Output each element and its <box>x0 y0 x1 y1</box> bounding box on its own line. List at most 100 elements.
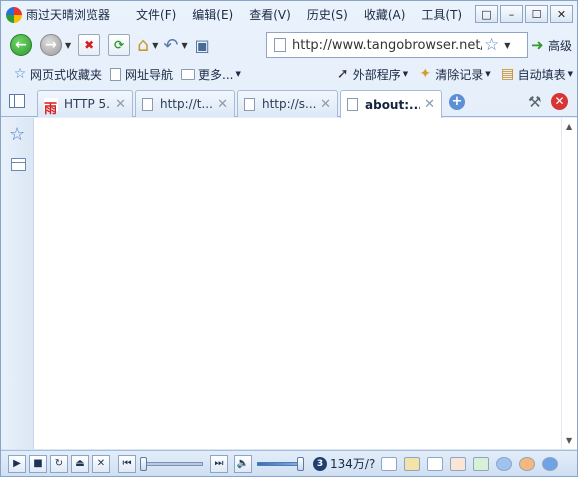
seek-knob[interactable] <box>140 456 147 471</box>
favorites-panel-icon[interactable]: ☆ <box>9 124 25 145</box>
previous-button[interactable]: ⏮ <box>118 454 136 473</box>
menu-history[interactable]: 历史(S) <box>301 4 354 25</box>
arrow-icon: ➚ <box>336 66 349 82</box>
clear-history-label: 清除记录 <box>435 67 484 82</box>
autofill-label: 自动填表 <box>517 67 566 82</box>
rain-logo-icon: 雨 <box>44 97 58 117</box>
stop-button[interactable]: ✖ <box>78 34 101 56</box>
advanced-search-label[interactable]: 高级 <box>548 37 572 54</box>
minimize-button[interactable]: – <box>500 5 523 23</box>
address-input[interactable] <box>292 37 482 53</box>
fav-web-favorites[interactable]: ☆ 网页式收藏夹 <box>13 66 102 83</box>
home-button[interactable]: ⌂ <box>137 32 149 58</box>
close-media-button[interactable]: ✕ <box>92 454 110 473</box>
autofill-button[interactable]: ▤ 自动填表 ▼ <box>501 66 573 83</box>
image-icon[interactable] <box>473 456 490 471</box>
volume-slider[interactable] <box>257 456 304 471</box>
page-content[interactable] <box>33 118 561 449</box>
page-icon <box>110 67 122 81</box>
menu-view[interactable]: 查看(V) <box>243 4 297 25</box>
seek-slider[interactable] <box>140 456 203 471</box>
scroll-down-icon[interactable]: ▼ <box>566 436 572 445</box>
external-programs-label: 外部程序 <box>352 67 401 82</box>
fav-more-label: 更多... <box>198 67 234 82</box>
eye-icon[interactable] <box>519 456 536 471</box>
volume-knob[interactable] <box>297 456 304 471</box>
favorites-bar: ☆ 网页式收藏夹 网址导航 更多... ▼ ➚ 外部程序 ▼ ✦ 清除记录 ▼ … <box>1 62 577 86</box>
external-programs-button[interactable]: ➚ 外部程序 ▼ <box>336 66 408 83</box>
fav-url-nav[interactable]: 网址导航 <box>110 66 173 83</box>
form-icon: ▤ <box>500 66 515 82</box>
app-logo-icon <box>6 6 22 23</box>
tab-http[interactable]: 雨 HTTP 5... ✕ <box>37 90 133 117</box>
new-tab-button[interactable]: + <box>449 94 465 110</box>
eject-button[interactable]: ⏏ <box>71 454 89 473</box>
maximize-button[interactable]: ☐ <box>525 5 548 23</box>
tab-close-icon[interactable]: ✕ <box>424 97 435 112</box>
tab-about[interactable]: about:... ✕ <box>340 90 442 118</box>
repeat-button[interactable]: ↻ <box>50 454 68 473</box>
page-count: 134万/? <box>330 457 376 471</box>
go-arrow-icon[interactable]: ➜ <box>531 36 544 54</box>
fav-more[interactable]: 更多... ▼ <box>181 66 241 83</box>
tab-close-icon[interactable]: ✕ <box>320 97 331 112</box>
close-tabs-button[interactable]: ✕ <box>551 93 568 110</box>
tab-label: HTTP 5... <box>64 97 111 111</box>
fav-web-favorites-label: 网页式收藏夹 <box>30 67 103 82</box>
undo-close-button[interactable]: ↶ <box>163 32 178 58</box>
chat-icon[interactable] <box>542 456 559 471</box>
app-title: 雨过天晴浏览器 <box>26 8 111 22</box>
address-dropdown-icon[interactable]: ▼ <box>504 41 510 50</box>
document-icon[interactable] <box>427 456 444 471</box>
globe-icon[interactable] <box>496 456 513 471</box>
download-icon[interactable] <box>450 456 467 471</box>
tab-bar: 雨 HTTP 5... ✕ http://t... ✕ http://s... … <box>1 87 577 118</box>
side-panel: ☆ <box>1 118 33 449</box>
tab-close-icon[interactable]: ✕ <box>115 97 126 112</box>
compact-mode-button[interactable]: □ <box>475 5 498 23</box>
menu-file[interactable]: 文件(F) <box>130 4 182 25</box>
close-window-button[interactable]: ✕ <box>550 5 573 23</box>
calendar-icon[interactable] <box>11 158 26 171</box>
count-icon: 3 <box>313 456 327 471</box>
star-icon: ☆ <box>13 66 27 82</box>
title-menu-bar: 雨过天晴浏览器 文件(F) 编辑(E) 查看(V) 历史(S) 收藏(A) 工具… <box>1 1 577 28</box>
page-icon <box>142 97 153 111</box>
undo-dropdown-icon[interactable]: ▼ <box>181 41 187 50</box>
page-icon <box>274 38 286 52</box>
screen-icon[interactable] <box>381 456 398 471</box>
address-bar[interactable]: ☆ ▼ <box>266 32 528 58</box>
window-controls: □ – ☐ ✕ <box>475 5 573 23</box>
folder-icon[interactable] <box>404 456 421 471</box>
bookmark-star-icon[interactable]: ☆ <box>484 35 499 55</box>
menu-tools[interactable]: 工具(T) <box>415 4 468 25</box>
tab-http-s[interactable]: http://s... ✕ <box>237 90 338 117</box>
tray-icons <box>381 456 559 471</box>
wrench-icon[interactable]: ⚒ <box>528 93 541 111</box>
forward-dropdown-icon[interactable]: ▼ <box>65 41 71 50</box>
play-button[interactable]: ▶ <box>8 454 26 473</box>
navigation-toolbar: ← → ▼ ✖ ⟳ ⌂ ▼ ↶ ▼ ▣ ☆ ▼ ➜ 高级 <box>1 29 577 61</box>
menu-favorites[interactable]: 收藏(A) <box>358 4 412 25</box>
vertical-scrollbar[interactable]: ▲ ▼ <box>561 118 577 449</box>
menu-edit[interactable]: 编辑(E) <box>186 4 239 25</box>
chevron-down-icon: ▼ <box>402 70 409 78</box>
chevron-down-icon: ▼ <box>567 70 573 78</box>
tab-label: http://t... <box>160 97 213 111</box>
tab-close-icon[interactable]: ✕ <box>217 97 228 112</box>
sidebar-toggle-icon[interactable] <box>9 94 25 108</box>
scroll-up-icon[interactable]: ▲ <box>566 122 572 131</box>
favbar-tools: ➚ 外部程序 ▼ ✦ 清除记录 ▼ ▤ 自动填表 ▼ <box>336 66 573 83</box>
chevron-down-icon: ▼ <box>235 70 241 78</box>
tab-http-t[interactable]: http://t... ✕ <box>135 90 235 117</box>
next-button[interactable]: ⏭ <box>210 454 228 473</box>
clear-history-button[interactable]: ✦ 清除记录 ▼ <box>418 66 490 83</box>
refresh-button[interactable]: ⟳ <box>108 34 131 56</box>
volume-icon[interactable]: 🔈 <box>234 454 252 473</box>
forward-button[interactable]: → <box>40 34 62 56</box>
screenshot-button[interactable]: ▣ <box>195 32 210 58</box>
stop-media-button[interactable]: ■ <box>29 454 47 473</box>
folder-icon <box>181 68 196 80</box>
home-dropdown-icon[interactable]: ▼ <box>152 41 158 50</box>
back-button[interactable]: ← <box>10 34 32 56</box>
